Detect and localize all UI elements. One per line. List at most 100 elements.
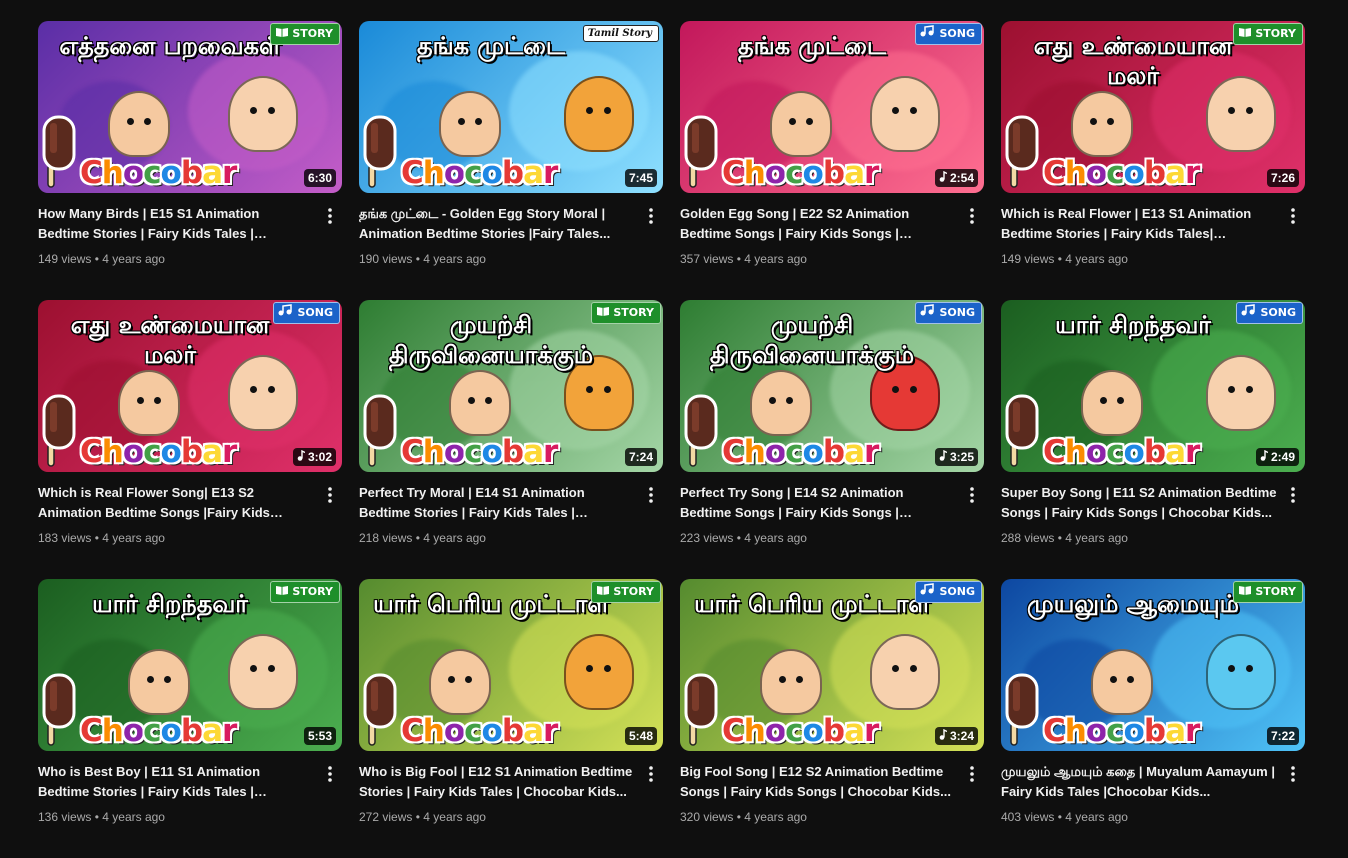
brand-logo: Chocobar xyxy=(1043,155,1200,191)
more-options-icon[interactable] xyxy=(639,762,663,786)
music-note-icon xyxy=(920,24,936,44)
brand-logo: Chocobar xyxy=(401,155,558,191)
video-duration-text: 5:48 xyxy=(628,729,653,743)
character-illustration xyxy=(108,91,170,157)
video-duration: 5:48 xyxy=(624,727,657,745)
more-options-icon[interactable] xyxy=(1281,483,1305,507)
upload-age: 4 years ago xyxy=(102,810,165,824)
video-meta: How Many Birds | E15 S1 Animation Bedtim… xyxy=(38,204,342,268)
song-tag: SONG xyxy=(915,302,982,324)
view-count: 183 views xyxy=(38,531,92,545)
song-tag: SONG xyxy=(915,581,982,603)
video-meta: Perfect Try Song | E14 S2 Animation Bedt… xyxy=(680,483,984,547)
video-duration-text: 7:22 xyxy=(1270,729,1295,743)
character-illustration xyxy=(1206,634,1276,710)
more-options-icon[interactable] xyxy=(318,762,342,786)
video-thumbnail[interactable]: தங்க முட்டை Tamil Story Chocobar 7:45 xyxy=(359,21,663,193)
more-options-icon[interactable] xyxy=(960,762,984,786)
video-title[interactable]: Perfect Try Song | E14 S2 Animation Bedt… xyxy=(680,483,956,523)
view-count: 272 views xyxy=(359,810,413,824)
view-count: 320 views xyxy=(680,810,734,824)
brand-logo: Chocobar xyxy=(401,434,558,470)
video-card[interactable]: யார் பெரிய முட்டாள் SONG Chocobar 3:24 B… xyxy=(680,579,984,858)
book-icon xyxy=(1238,24,1252,44)
category-tag-label: STORY xyxy=(613,585,654,598)
upload-age: 4 years ago xyxy=(423,810,486,824)
video-stats: 149 views • 4 years ago xyxy=(38,250,314,268)
video-title[interactable]: Who is Best Boy | E11 S1 Animation Bedti… xyxy=(38,762,314,802)
character-illustration xyxy=(1206,355,1276,431)
chocobar-icon xyxy=(42,394,76,467)
video-card[interactable]: முயலும் ஆமையும் STORY Chocobar 7:22 முயல… xyxy=(1001,579,1305,858)
video-meta: Who is Big Fool | E12 S1 Animation Bedti… xyxy=(359,762,663,826)
video-card[interactable]: முயற்சி திருவினையாக்கும் STORY Chocobar … xyxy=(359,300,663,579)
video-title[interactable]: Perfect Try Moral | E14 S1 Animation Bed… xyxy=(359,483,635,523)
view-count: 223 views xyxy=(680,531,734,545)
category-tag-label: STORY xyxy=(292,585,333,598)
video-duration: 5:53 xyxy=(303,727,336,745)
more-options-icon[interactable] xyxy=(960,483,984,507)
chocobar-icon xyxy=(363,115,397,188)
more-options-icon[interactable] xyxy=(318,204,342,228)
upload-age: 4 years ago xyxy=(102,531,165,545)
video-card[interactable]: தங்க முட்டை SONG Chocobar 2:54 Golden Eg… xyxy=(680,21,984,300)
video-title[interactable]: தங்க முட்டை - Golden Egg Story Moral | A… xyxy=(359,204,635,244)
video-card[interactable]: எது உண்மையான மலர் SONG Chocobar 3:02 Whi… xyxy=(38,300,342,579)
view-count: 288 views xyxy=(1001,531,1055,545)
video-card[interactable]: எது உண்மையான மலர் STORY Chocobar 7:26 Wh… xyxy=(1001,21,1305,300)
video-title[interactable]: Super Boy Song | E11 S2 Animation Bedtim… xyxy=(1001,483,1277,523)
more-options-icon[interactable] xyxy=(639,204,663,228)
video-thumbnail[interactable]: எது உண்மையான மலர் STORY Chocobar 7:26 xyxy=(1001,21,1305,193)
video-thumbnail[interactable]: எது உண்மையான மலர் SONG Chocobar 3:02 xyxy=(38,300,342,472)
video-title[interactable]: Which is Real Flower Song| E13 S2 Animat… xyxy=(38,483,314,523)
more-options-icon[interactable] xyxy=(318,483,342,507)
video-title[interactable]: முயலும் ஆமயும் கதை | Muyalum Aamayum | F… xyxy=(1001,762,1277,802)
chocobar-icon xyxy=(42,673,76,746)
video-thumbnail[interactable]: யார் பெரிய முட்டாள் SONG Chocobar 3:24 xyxy=(680,579,984,751)
video-meta: Super Boy Song | E11 S2 Animation Bedtim… xyxy=(1001,483,1305,547)
video-title[interactable]: Who is Big Fool | E12 S1 Animation Bedti… xyxy=(359,762,635,802)
video-meta: Which is Real Flower | E13 S1 Animation … xyxy=(1001,204,1305,268)
video-thumbnail[interactable]: யார் சிறந்தவர் SONG Chocobar 2:49 xyxy=(1001,300,1305,472)
more-options-icon[interactable] xyxy=(1281,204,1305,228)
view-count: 136 views xyxy=(38,810,92,824)
video-thumbnail[interactable]: யார் பெரிய முட்டாள் STORY Chocobar 5:48 xyxy=(359,579,663,751)
video-card[interactable]: தங்க முட்டை Tamil Story Chocobar 7:45 தங… xyxy=(359,21,663,300)
video-duration-text: 3:24 xyxy=(949,729,974,743)
video-card[interactable]: எத்தனை பறவைகள் STORY Chocobar 6:30 How M… xyxy=(38,21,342,300)
chocobar-icon xyxy=(684,394,718,467)
view-count: 357 views xyxy=(680,252,734,266)
video-title[interactable]: How Many Birds | E15 S1 Animation Bedtim… xyxy=(38,204,314,244)
music-note-icon xyxy=(939,449,948,464)
video-thumbnail[interactable]: முயற்சி திருவினையாக்கும் STORY Chocobar … xyxy=(359,300,663,472)
video-thumbnail[interactable]: முயற்சி திருவினையாக்கும் SONG Chocobar 3… xyxy=(680,300,984,472)
video-card[interactable]: முயற்சி திருவினையாக்கும் SONG Chocobar 3… xyxy=(680,300,984,579)
more-options-icon[interactable] xyxy=(639,483,663,507)
video-title[interactable]: Big Fool Song | E12 S2 Animation Bedtime… xyxy=(680,762,956,802)
video-thumbnail[interactable]: தங்க முட்டை SONG Chocobar 2:54 xyxy=(680,21,984,193)
upload-age: 4 years ago xyxy=(102,252,165,266)
video-card[interactable]: யார் பெரிய முட்டாள் STORY Chocobar 5:48 … xyxy=(359,579,663,858)
video-card[interactable]: யார் சிறந்தவர் STORY Chocobar 5:53 Who i… xyxy=(38,579,342,858)
video-title[interactable]: Which is Real Flower | E13 S1 Animation … xyxy=(1001,204,1277,244)
character-illustration xyxy=(118,370,180,436)
video-card[interactable]: யார் சிறந்தவர் SONG Chocobar 2:49 Super … xyxy=(1001,300,1305,579)
video-duration: 7:26 xyxy=(1266,169,1299,187)
video-title[interactable]: Golden Egg Song | E22 S2 Animation Bedti… xyxy=(680,204,956,244)
video-duration: 2:54 xyxy=(934,169,978,187)
story-tag: STORY xyxy=(591,581,661,603)
music-note-icon xyxy=(1260,449,1269,464)
category-tag-label: SONG xyxy=(297,306,333,319)
video-meta: முயலும் ஆமயும் கதை | Muyalum Aamayum | F… xyxy=(1001,762,1305,826)
video-thumbnail[interactable]: எத்தனை பறவைகள் STORY Chocobar 6:30 xyxy=(38,21,342,193)
video-thumbnail[interactable]: யார் சிறந்தவர் STORY Chocobar 5:53 xyxy=(38,579,342,751)
video-thumbnail[interactable]: முயலும் ஆமையும் STORY Chocobar 7:22 xyxy=(1001,579,1305,751)
more-options-icon[interactable] xyxy=(960,204,984,228)
music-note-icon xyxy=(920,303,936,323)
category-tag-label: STORY xyxy=(613,306,654,319)
more-options-icon[interactable] xyxy=(1281,762,1305,786)
video-grid: எத்தனை பறவைகள் STORY Chocobar 6:30 How M… xyxy=(38,21,1305,858)
video-meta: Golden Egg Song | E22 S2 Animation Bedti… xyxy=(680,204,984,268)
category-tag-label: SONG xyxy=(939,585,975,598)
view-count: 190 views xyxy=(359,252,413,266)
